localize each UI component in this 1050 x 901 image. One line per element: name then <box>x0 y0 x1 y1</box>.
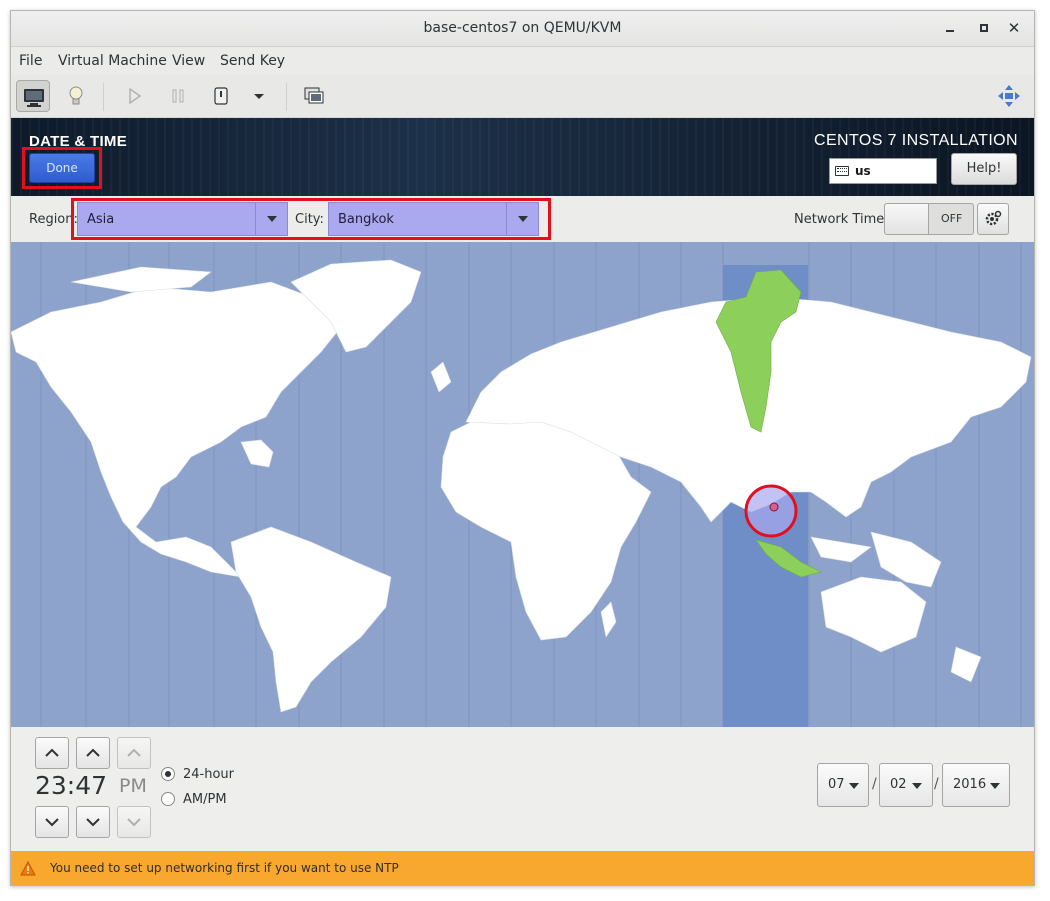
hour-up-button[interactable] <box>35 737 69 769</box>
title-bar[interactable]: base-centos7 on QEMU/KVM ✕ <box>11 11 1034 47</box>
switch-knob <box>885 204 929 234</box>
fullscreen-icon[interactable] <box>992 80 1026 112</box>
region-combo[interactable]: Asia <box>77 202 288 236</box>
close-icon[interactable]: ✕ <box>1005 19 1023 37</box>
date-separator: / <box>934 776 939 792</box>
ampm-display: PM <box>119 775 147 797</box>
warning-message: You need to set up networking first if y… <box>50 861 399 875</box>
chevron-down-icon <box>45 818 59 827</box>
format-24-hour-radio[interactable] <box>161 767 175 781</box>
run-icon[interactable] <box>117 80 151 112</box>
menu-bar: File Virtual Machine View Send Key <box>11 47 1034 75</box>
city-label: City: <box>295 212 324 227</box>
pause-icon[interactable] <box>161 80 195 112</box>
menu-view[interactable]: View <box>172 53 205 69</box>
chevron-down-icon <box>127 818 141 827</box>
format-ampm-radio[interactable] <box>161 792 175 806</box>
chevron-down-icon <box>255 203 287 235</box>
warning-bar: You need to set up networking first if y… <box>11 851 1034 885</box>
chevron-up-icon <box>86 748 100 757</box>
done-button[interactable]: Done <box>29 153 95 183</box>
gear-icon <box>985 210 1002 226</box>
minimize-icon[interactable] <box>941 19 959 37</box>
day-combo[interactable]: 02 <box>879 763 933 807</box>
month-combo[interactable]: 07 <box>817 763 869 807</box>
chevron-down-icon <box>849 783 859 789</box>
keyboard-layout-label: us <box>855 164 871 178</box>
network-time-switch[interactable]: OFF <box>884 203 974 235</box>
region-city-bar: Region: Asia City: Bangkok Network Time … <box>11 196 1034 242</box>
toolbar <box>11 75 1034 118</box>
ampm-up-button[interactable] <box>117 737 151 769</box>
snapshots-icon[interactable] <box>297 80 331 112</box>
vm-display[interactable]: DATE & TIME Done CENTOS 7 INSTALLATION u… <box>11 118 1034 885</box>
city-value: Bangkok <box>338 212 394 227</box>
year-value: 2016 <box>953 777 987 792</box>
maximize-icon[interactable] <box>975 19 993 37</box>
city-combo[interactable]: Bangkok <box>328 202 539 236</box>
chevron-down-icon <box>912 783 922 789</box>
format-24-hour-label: 24-hour <box>183 767 235 782</box>
keyboard-icon <box>835 166 849 176</box>
console-icon[interactable] <box>16 80 50 112</box>
shutdown-icon[interactable] <box>204 80 238 112</box>
network-time-state: OFF <box>941 212 963 225</box>
window-title: base-centos7 on QEMU/KVM <box>423 20 622 36</box>
chevron-up-icon <box>127 748 141 757</box>
region-value: Asia <box>87 212 115 227</box>
chevron-down-icon <box>990 783 1000 789</box>
ntp-settings-button[interactable] <box>977 203 1009 235</box>
format-ampm-label: AM/PM <box>183 792 227 807</box>
time-date-panel: 23:47 PM 24-hour AM/PM 07 / 02 / 2016 <box>11 727 1034 851</box>
continents <box>11 259 1032 713</box>
details-lightbulb-icon[interactable] <box>59 80 93 112</box>
date-separator: / <box>872 776 877 792</box>
timezone-map[interactable] <box>11 242 1034 727</box>
chevron-down-icon <box>506 203 538 235</box>
day-value: 02 <box>890 777 907 792</box>
network-time-label: Network Time <box>794 212 885 227</box>
chevron-down-icon <box>86 818 100 827</box>
shutdown-menu-icon[interactable] <box>245 80 273 112</box>
keyboard-layout-indicator[interactable]: us <box>829 158 937 184</box>
hour-down-button[interactable] <box>35 806 69 838</box>
menu-virtual-machine[interactable]: Virtual Machine <box>58 53 167 69</box>
warning-icon <box>20 861 36 876</box>
month-value: 07 <box>828 777 845 792</box>
selected-city-marker <box>744 484 798 538</box>
vm-window: base-centos7 on QEMU/KVM ✕ File Virtual … <box>10 10 1035 886</box>
chevron-up-icon <box>45 748 59 757</box>
help-button[interactable]: Help! <box>951 153 1017 185</box>
year-combo[interactable]: 2016 <box>942 763 1010 807</box>
menu-file[interactable]: File <box>19 53 42 69</box>
minute-up-button[interactable] <box>76 737 110 769</box>
product-title: CENTOS 7 INSTALLATION <box>813 132 1018 149</box>
time-display: 23:47 <box>35 771 108 800</box>
installer-header: DATE & TIME Done CENTOS 7 INSTALLATION u… <box>11 118 1034 196</box>
menu-send-key[interactable]: Send Key <box>220 53 285 69</box>
ampm-down-button[interactable] <box>117 806 151 838</box>
minute-down-button[interactable] <box>76 806 110 838</box>
